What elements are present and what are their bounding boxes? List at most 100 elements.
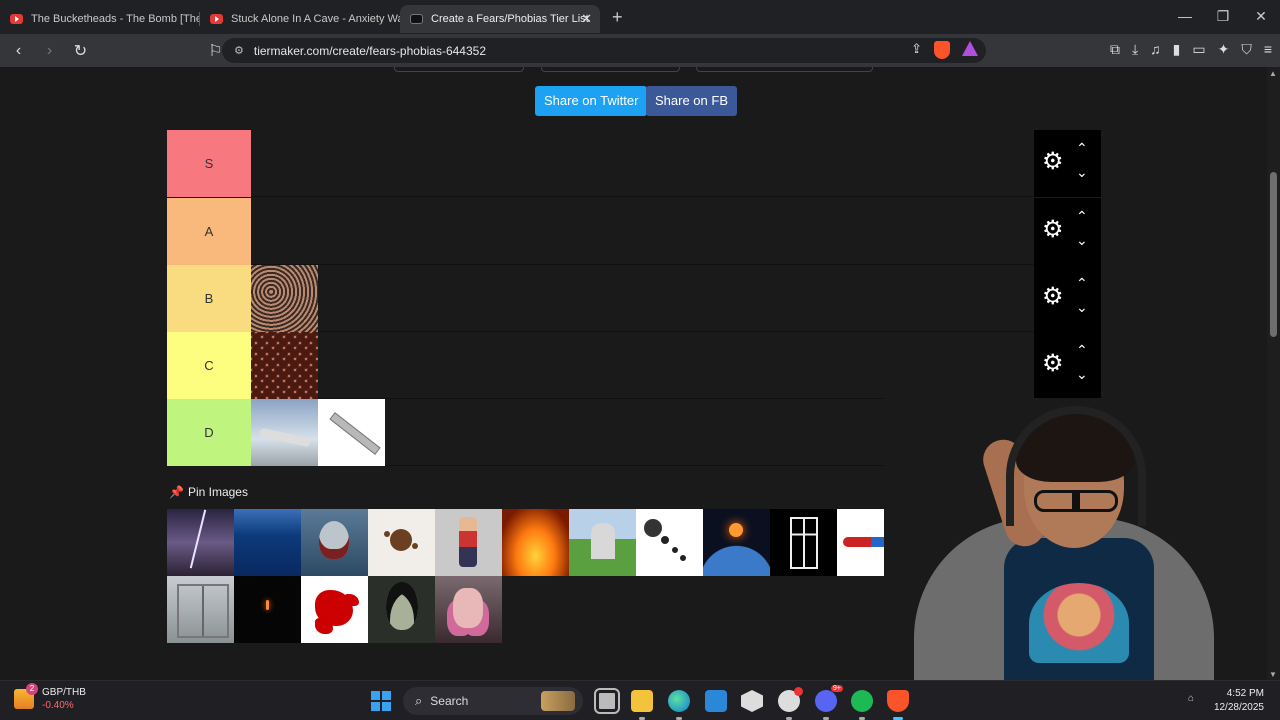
tab-tiermaker[interactable]: Create a Fears/Phobias Tier List ✕ (400, 5, 600, 33)
partial-button[interactable] (394, 67, 524, 72)
heights-image[interactable] (167, 576, 234, 643)
scared-doll-image[interactable] (435, 576, 502, 643)
tier-label[interactable]: B (167, 265, 251, 332)
gravestone-image[interactable] (569, 509, 636, 576)
page-scrollbar[interactable]: ▲ ▼ (1267, 67, 1280, 680)
fire-image[interactable] (502, 509, 569, 576)
file-explorer-icon[interactable] (631, 690, 653, 720)
chevron-up-icon[interactable]: ⌃ (1076, 275, 1088, 292)
chevron-up-icon[interactable]: ⌃ (1076, 208, 1088, 225)
discord-icon[interactable]: 9+ (815, 685, 843, 720)
ticker-symbol: GBP/THB (42, 687, 86, 698)
scrollbar-thumb[interactable] (1270, 172, 1277, 337)
tier-items[interactable] (251, 399, 385, 466)
share-icon[interactable]: ⇪ (911, 41, 922, 59)
close-window-button[interactable]: ✕ (1242, 0, 1280, 34)
darkness-candle-image[interactable] (234, 576, 301, 643)
alien-image[interactable] (368, 576, 435, 643)
site-info-icon[interactable]: ⚙ (234, 44, 244, 57)
brave-shields-icon[interactable] (934, 41, 950, 59)
chevron-down-icon[interactable]: ⌄ (1076, 164, 1088, 181)
trypophobia-holes-image[interactable] (251, 332, 318, 399)
puppet-image[interactable] (435, 509, 502, 576)
tier-row-c: C ⚙ ⌃ ⌄ (167, 332, 1101, 399)
airplane-image[interactable] (251, 399, 318, 466)
tier-items[interactable] (251, 332, 318, 399)
pin-images-heading: 📌 Pin Images (169, 485, 248, 499)
address-bar[interactable]: ⚙ tiermaker.com/create/fears-phobias-644… (222, 38, 986, 63)
lightning-storm-image[interactable] (167, 509, 234, 576)
network-icon[interactable]: ⌂ (1188, 693, 1194, 704)
crowd-image[interactable] (251, 265, 318, 332)
screenshot-icon[interactable]: ⧉ (1110, 41, 1120, 58)
share-twitter-button[interactable]: Share on Twitter (535, 86, 648, 116)
back-button[interactable]: ‹ (6, 42, 31, 60)
brave-rewards-icon[interactable] (962, 41, 978, 56)
deep-ocean-image[interactable] (234, 509, 301, 576)
microsoft-store-icon[interactable] (705, 690, 727, 712)
gear-icon[interactable]: ⚙ (1042, 150, 1064, 174)
youtube-icon (210, 14, 223, 24)
blood-image[interactable] (301, 576, 368, 643)
scroll-up-icon[interactable]: ▲ (1269, 69, 1277, 78)
new-tab-button[interactable]: + (612, 7, 623, 28)
restore-button[interactable]: ❐ (1204, 0, 1242, 34)
gear-icon[interactable]: ⚙ (1042, 218, 1064, 242)
top-buttons-partial (0, 67, 1267, 73)
edge-icon[interactable] (668, 690, 690, 720)
tier-controls: ⚙ ⌃ ⌄ (1034, 265, 1101, 332)
close-tab-icon[interactable]: ✕ (581, 11, 592, 27)
brave-browser-icon[interactable] (887, 690, 909, 720)
forward-button[interactable]: › (37, 42, 62, 60)
spotify-icon[interactable] (851, 690, 873, 720)
widgets-ticker[interactable]: 2 GBP/THB -0.40% (14, 683, 86, 712)
microphone-image[interactable] (636, 509, 703, 576)
github-desktop-icon[interactable] (778, 687, 803, 720)
taskbar-search[interactable]: ⌕ Search (403, 687, 583, 715)
downloads-icon[interactable]: ⤓ (1132, 41, 1138, 58)
chevron-up-icon[interactable]: ⌃ (1076, 342, 1088, 359)
task-view-icon[interactable] (594, 688, 620, 714)
media-icon[interactable]: ♫ (1150, 41, 1161, 58)
tab-stuck-alone[interactable]: Stuck Alone In A Cave - Anxiety Warn (200, 5, 400, 33)
windows-taskbar: 2 GBP/THB -0.40% ⌕ Search 9+ ⌂ 4:52 PM 1… (0, 680, 1280, 720)
dark-window-image[interactable] (770, 509, 837, 576)
tab-bucketheads[interactable]: The Bucketheads - The Bomb [These (0, 5, 200, 33)
tier-row-b: B ⚙ ⌃ ⌄ (167, 265, 1101, 332)
start-button[interactable] (371, 691, 391, 711)
partial-button[interactable] (696, 67, 873, 72)
leo-ai-icon[interactable]: ✦ (1218, 41, 1230, 58)
tier-controls: ⚙ ⌃ ⌄ (1034, 198, 1101, 265)
gear-icon[interactable]: ⚙ (1042, 285, 1064, 309)
earth-apocalypse-image[interactable] (703, 509, 770, 576)
share-facebook-button[interactable]: Share on FB (646, 86, 737, 116)
vpn-icon[interactable]: ⛉ (1241, 41, 1252, 58)
chevron-down-icon[interactable]: ⌄ (1076, 366, 1088, 383)
tier-row-a: A ⚙ ⌃ ⌄ (167, 198, 1101, 265)
syringe-image[interactable] (318, 399, 385, 466)
url-text[interactable]: tiermaker.com/create/fears-phobias-64435… (254, 44, 486, 58)
sidebar-icon[interactable]: ▮ (1173, 41, 1181, 58)
spider-image[interactable] (368, 509, 435, 576)
system-clock[interactable]: 4:52 PM 12/28/2025 (1214, 687, 1264, 715)
chevron-down-icon[interactable]: ⌄ (1076, 299, 1088, 316)
scroll-down-icon[interactable]: ▼ (1269, 670, 1277, 679)
tier-label[interactable]: D (167, 399, 251, 466)
shark-image[interactable] (301, 509, 368, 576)
partial-button[interactable] (541, 67, 680, 72)
tier-label[interactable]: C (167, 332, 251, 399)
chevron-down-icon[interactable]: ⌄ (1076, 232, 1088, 249)
tab-title: Stuck Alone In A Cave - Anxiety Warn (231, 13, 400, 25)
reload-button[interactable]: ↻ (68, 41, 93, 61)
chevron-up-icon[interactable]: ⌃ (1076, 140, 1088, 157)
tier-items[interactable] (251, 265, 318, 332)
widgets-badge: 2 (26, 683, 38, 695)
tier-label[interactable]: A (167, 198, 251, 265)
gear-icon[interactable]: ⚙ (1042, 352, 1064, 376)
wallet-icon[interactable]: ▭ (1192, 41, 1205, 58)
unity-icon[interactable] (741, 690, 763, 712)
tier-label[interactable]: S (167, 130, 251, 197)
menu-icon[interactable]: ≡ (1264, 41, 1272, 58)
minimize-button[interactable]: — (1166, 0, 1204, 34)
search-icon: ⌕ (415, 693, 423, 708)
